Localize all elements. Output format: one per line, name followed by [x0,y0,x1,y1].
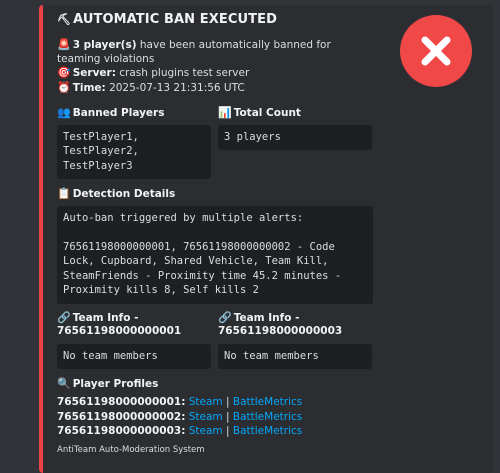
x-mark-icon [421,36,451,66]
target-icon: 🎯 [57,66,71,79]
steam-link[interactable]: Steam [189,411,223,423]
server-line: 🎯 Server: crash plugins test server [57,66,377,81]
field-profiles-name: 🔍 Player Profiles [57,377,158,391]
field-detection-name: 📋 Detection Details [57,187,175,201]
profiles-label: Player Profiles [72,378,159,390]
player-profiles-list: 76561198000000001: Steam | BattleMetrics… [57,395,302,439]
alarm-clock-icon: ⏰ [57,80,71,94]
separator: | [226,410,230,423]
server-value: crash plugins test server [115,67,250,79]
ban-count: 3 player(s) [72,39,137,51]
ban-embed: ⛏ AUTOMATIC BAN EXECUTED 🚨 3 player(s) hav… [39,5,493,473]
steam-link[interactable]: Steam [189,396,223,408]
profile-id: 76561198000000001: [57,396,186,408]
profile-id: 76561198000000003: [57,425,186,437]
total-count-value: 3 players [218,125,372,150]
detection-label: Detection Details [72,188,176,200]
clipboard-icon: 📋 [57,187,71,200]
profile-row: 76561198000000002: Steam | BattleMetrics [57,410,302,425]
field-banned-players-name: 👥 Banned Players [57,106,165,120]
banned-players-value: TestPlayer1, TestPlayer2, TestPlayer3 [57,125,211,179]
server-label: Server: [72,67,116,79]
link-icon: 🔗 [218,311,232,324]
steam-link[interactable]: Steam [189,425,223,437]
magnifying-glass-icon: 🔍 [57,377,71,390]
embed-description: 🚨 3 player(s) have been automatically ban… [57,38,377,95]
time-label: Time: [72,81,106,94]
team-info-3-label: Team Info - [233,312,300,324]
link-icon: 🔗 [57,311,71,324]
battlemetrics-link[interactable]: BattleMetrics [233,425,302,437]
bar-chart-icon: 📊 [218,106,232,119]
battlemetrics-link[interactable]: BattleMetrics [233,396,302,408]
team-info-3-id: 76561198000000003 [218,325,343,337]
separator: | [226,396,230,408]
busts-icon: 👥 [57,106,71,119]
team-info-1-id: 76561198000000001 [57,325,182,337]
field-total-count-name: 📊 Total Count [218,106,301,120]
time-value: 2025-07-13 21:31:56 UTC [105,81,245,94]
profile-id: 76561198000000002: [57,410,186,423]
time-line: ⏰ Time: 2025-07-13 21:31:56 UTC [57,81,377,96]
team-info-1-value: No team members [57,344,211,369]
profile-row: 76561198000000001: Steam | BattleMetrics [57,395,302,410]
hammer-icon: ⛏ [57,13,72,26]
field-team-info-1-name: 🔗 Team Info - 76561198000000001 [57,311,181,338]
total-count-label: Total Count [233,107,301,119]
embed-footer: AntiTeam Auto-Moderation System [57,445,205,455]
banned-players-label: Banned Players [72,107,165,119]
detection-value: Auto-ban triggered by multiple alerts: 7… [57,206,373,304]
siren-icon: 🚨 [57,38,71,51]
separator: | [226,425,230,437]
title-text: AUTOMATIC BAN EXECUTED [73,12,277,27]
team-info-3-value: No team members [218,344,372,369]
ban-count-line: 🚨 3 player(s) have been automatically ban… [57,38,377,66]
battlemetrics-link[interactable]: BattleMetrics [233,411,302,423]
team-info-1-label: Team Info - [72,312,139,324]
embed-title: ⛏ AUTOMATIC BAN EXECUTED [57,12,277,27]
field-team-info-3-name: 🔗 Team Info - 76561198000000003 [218,311,342,338]
thumbnail-red-x [400,15,472,87]
profile-row: 76561198000000003: Steam | BattleMetrics [57,424,302,439]
